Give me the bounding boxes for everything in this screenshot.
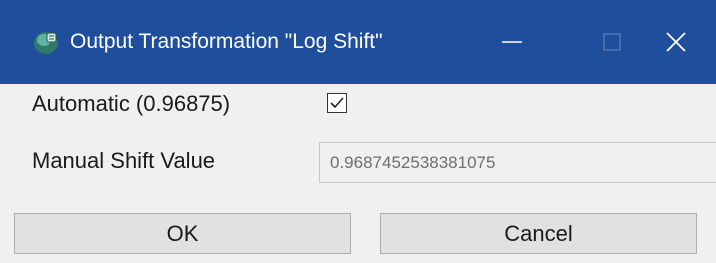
- automatic-checkbox[interactable]: [327, 93, 347, 113]
- maximize-icon: [603, 33, 621, 51]
- dialog-window: Output Transformation "Log Shift" Automa…: [0, 0, 716, 263]
- title-bar[interactable]: Output Transformation "Log Shift": [0, 0, 716, 84]
- manual-shift-label: Manual Shift Value: [32, 148, 216, 173]
- minimize-icon: [502, 41, 522, 43]
- manual-shift-input[interactable]: 0.9687452538381075: [319, 142, 716, 183]
- minimize-button[interactable]: [462, 0, 562, 84]
- app-icon: [32, 28, 60, 56]
- cancel-button[interactable]: Cancel: [380, 213, 697, 254]
- automatic-label: Automatic (0.96875): [32, 91, 231, 116]
- close-button[interactable]: [636, 0, 716, 84]
- ok-button[interactable]: OK: [14, 213, 351, 254]
- checkmark-icon: [330, 97, 344, 109]
- close-icon: [666, 32, 686, 52]
- window-title: Output Transformation "Log Shift": [70, 30, 383, 53]
